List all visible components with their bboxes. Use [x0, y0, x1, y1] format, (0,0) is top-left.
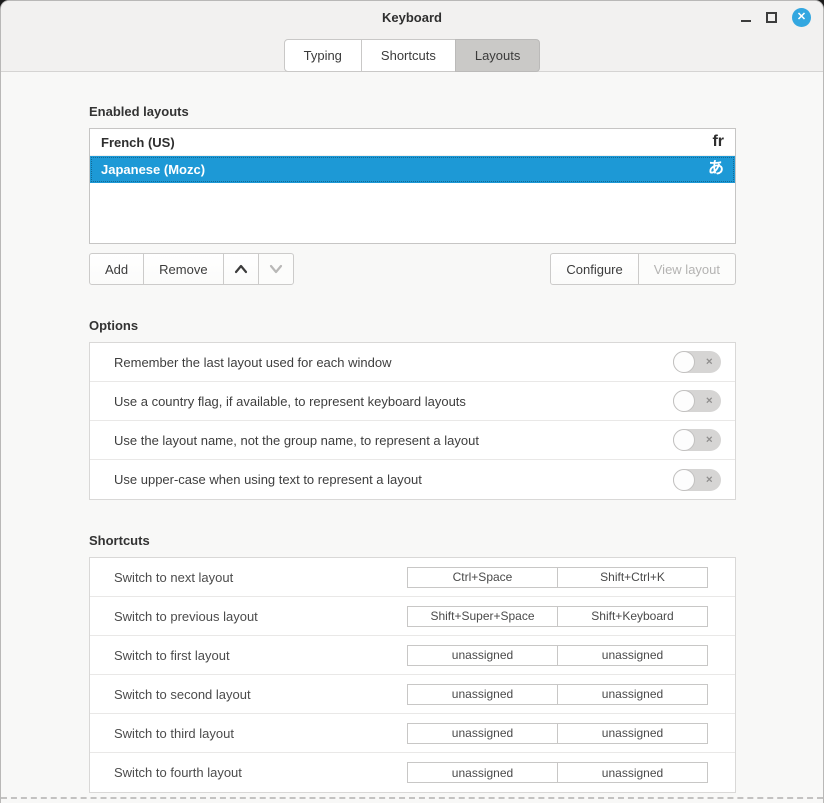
shortcut-row-second-layout: Switch to second layout unassigned unass… [90, 675, 735, 714]
shortcut-binding-2[interactable]: unassigned [557, 723, 708, 744]
layout-list-actions: Add Remove Configure View layout [89, 253, 736, 285]
add-layout-button[interactable]: Add [89, 253, 144, 285]
shortcut-row-third-layout: Switch to third layout unassigned unassi… [90, 714, 735, 753]
window-header: Keyboard ✕ Typing Shortcuts Layouts [1, 1, 823, 72]
layout-name-toggle[interactable]: ✕ [673, 429, 721, 451]
option-row-layout-name: Use the layout name, not the group name,… [90, 421, 735, 460]
shortcut-label: Switch to next layout [114, 570, 407, 585]
option-row-country-flag: Use a country flag, if available, to rep… [90, 382, 735, 421]
toggle-knob [673, 429, 695, 451]
shortcut-row-next-layout: Switch to next layout Ctrl+Space Shift+C… [90, 558, 735, 597]
tab-bar: Typing Shortcuts Layouts [1, 34, 823, 72]
window-title: Keyboard [382, 10, 442, 25]
option-label: Remember the last layout used for each w… [114, 355, 391, 370]
shortcut-row-first-layout: Switch to first layout unassigned unassi… [90, 636, 735, 675]
option-label: Use upper-case when using text to repres… [114, 472, 422, 487]
view-layout-button[interactable]: View layout [638, 253, 736, 285]
toggle-knob [673, 390, 695, 412]
shortcut-label: Switch to fourth layout [114, 765, 407, 780]
toggle-off-icon: ✕ [705, 436, 713, 445]
shortcut-binding-1[interactable]: Shift+Super+Space [407, 606, 558, 627]
toggle-off-icon: ✕ [705, 475, 713, 484]
option-label: Use a country flag, if available, to rep… [114, 394, 466, 409]
screenshot-crop-edge [1, 797, 823, 799]
move-down-button[interactable] [258, 253, 294, 285]
tab-shortcuts[interactable]: Shortcuts [361, 39, 456, 72]
shortcut-binding-2[interactable]: Shift+Ctrl+K [557, 567, 708, 588]
remove-layout-button[interactable]: Remove [143, 253, 223, 285]
upper-case-toggle[interactable]: ✕ [673, 469, 721, 491]
options-panel: Remember the last layout used for each w… [89, 342, 736, 500]
layout-row-japanese[interactable]: Japanese (Mozc) あ [90, 156, 735, 183]
shortcuts-heading: Shortcuts [89, 533, 736, 548]
shortcut-bindings: unassigned unassigned [407, 723, 708, 744]
shortcut-bindings: Shift+Super+Space Shift+Keyboard [407, 606, 708, 627]
toggle-knob [673, 351, 695, 373]
layout-name: Japanese (Mozc) [101, 162, 205, 177]
window-controls: ✕ [741, 1, 811, 34]
maximize-button[interactable] [766, 12, 777, 23]
enabled-layouts-list[interactable]: French (US) fr Japanese (Mozc) あ [89, 128, 736, 244]
layouts-page: Enabled layouts French (US) fr Japanese … [89, 104, 736, 793]
shortcut-bindings: unassigned unassigned [407, 684, 708, 705]
shortcuts-panel: Switch to next layout Ctrl+Space Shift+C… [89, 557, 736, 793]
shortcut-binding-1[interactable]: Ctrl+Space [407, 567, 558, 588]
shortcut-label: Switch to second layout [114, 687, 407, 702]
keyboard-settings-window: Keyboard ✕ Typing Shortcuts Layouts [0, 0, 824, 803]
options-heading: Options [89, 318, 736, 333]
toggle-knob [673, 469, 695, 491]
shortcut-label: Switch to third layout [114, 726, 407, 741]
shortcut-label: Switch to first layout [114, 648, 407, 663]
layout-row-french[interactable]: French (US) fr [90, 129, 735, 156]
layout-indicator-fr-icon: fr [712, 134, 724, 150]
shortcut-binding-1[interactable]: unassigned [407, 645, 558, 666]
shortcut-binding-2[interactable]: unassigned [557, 645, 708, 666]
country-flag-toggle[interactable]: ✕ [673, 390, 721, 412]
remember-layout-toggle[interactable]: ✕ [673, 351, 721, 373]
toggle-off-icon: ✕ [705, 358, 713, 367]
layout-name: French (US) [101, 135, 175, 150]
configure-button[interactable]: Configure [550, 253, 638, 285]
shortcut-binding-2[interactable]: unassigned [557, 762, 708, 783]
option-row-upper-case: Use upper-case when using text to repres… [90, 460, 735, 499]
shortcut-label: Switch to previous layout [114, 609, 407, 624]
shortcut-row-previous-layout: Switch to previous layout Shift+Super+Sp… [90, 597, 735, 636]
chevron-up-icon [233, 263, 249, 275]
shortcut-binding-2[interactable]: Shift+Keyboard [557, 606, 708, 627]
option-label: Use the layout name, not the group name,… [114, 433, 479, 448]
shortcut-bindings: unassigned unassigned [407, 645, 708, 666]
minimize-button[interactable] [741, 13, 751, 22]
shortcut-binding-1[interactable]: unassigned [407, 684, 558, 705]
shortcut-binding-2[interactable]: unassigned [557, 684, 708, 705]
layout-indicator-ja-icon: あ [708, 161, 724, 177]
enabled-layouts-heading: Enabled layouts [89, 104, 736, 119]
shortcut-bindings: unassigned unassigned [407, 762, 708, 783]
move-up-button[interactable] [223, 253, 259, 285]
option-row-remember-layout: Remember the last layout used for each w… [90, 343, 735, 382]
configure-button-group: Configure View layout [550, 253, 736, 285]
toggle-off-icon: ✕ [705, 397, 713, 406]
minimize-icon [741, 20, 751, 22]
tab-typing[interactable]: Typing [284, 39, 362, 72]
maximize-icon [766, 12, 777, 23]
edit-button-group: Add Remove [89, 253, 294, 285]
shortcut-binding-1[interactable]: unassigned [407, 762, 558, 783]
tab-group: Typing Shortcuts Layouts [284, 39, 541, 72]
chevron-down-icon [268, 263, 284, 275]
tab-layouts[interactable]: Layouts [455, 39, 541, 72]
close-button[interactable]: ✕ [792, 8, 811, 27]
titlebar[interactable]: Keyboard ✕ [1, 1, 823, 34]
shortcut-bindings: Ctrl+Space Shift+Ctrl+K [407, 567, 708, 588]
shortcut-binding-1[interactable]: unassigned [407, 723, 558, 744]
close-icon: ✕ [797, 12, 806, 23]
shortcut-row-fourth-layout: Switch to fourth layout unassigned unass… [90, 753, 735, 792]
